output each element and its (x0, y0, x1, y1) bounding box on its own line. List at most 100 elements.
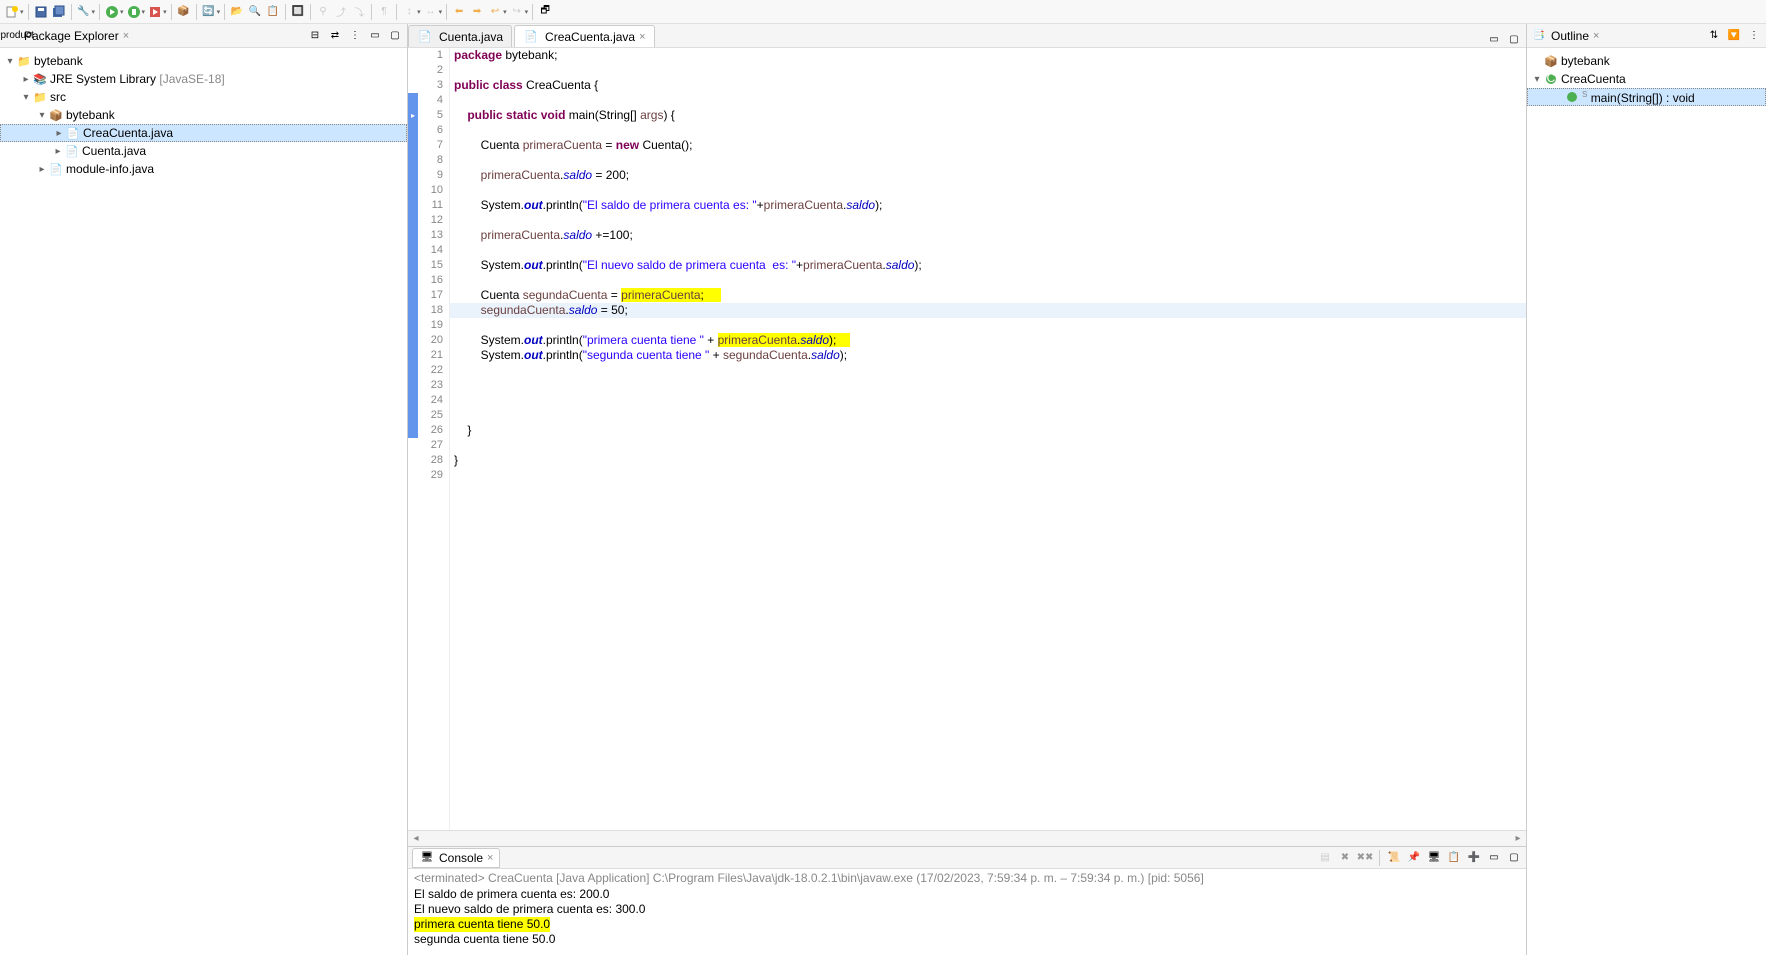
remove-all-icon[interactable]: ✖✖ (1357, 850, 1373, 866)
minimize-icon[interactable]: ▭ (1486, 850, 1502, 866)
scroll-left-icon[interactable]: ◂ (408, 833, 424, 844)
menu-icon[interactable]: ⋮ (347, 28, 363, 44)
perspective-icon[interactable]: 🗗 (537, 4, 553, 20)
close-icon[interactable]: × (487, 852, 493, 864)
open-type-icon[interactable]: 📂 (229, 4, 245, 20)
save-all-icon[interactable] (51, 4, 67, 20)
outline-method[interactable]: S main(String[]) : void (1527, 88, 1766, 106)
nav-icon[interactable]: ⤴ (333, 4, 349, 20)
java-file-icon: 📄 (64, 143, 80, 159)
expand-icon[interactable]: ▸ (36, 164, 48, 175)
search-icon[interactable]: 🔍 (247, 4, 263, 20)
menu-icon[interactable]: ⋮ (1746, 28, 1762, 44)
dropdown-icon[interactable]: ▾ (142, 8, 146, 16)
clear-icon[interactable]: ▤ (1317, 850, 1333, 866)
debug-icon[interactable] (126, 4, 142, 20)
sort-icon[interactable]: ⇅ (1706, 28, 1722, 44)
editor-tab[interactable]: 📄 Cuenta.java (408, 25, 512, 47)
nav-icon[interactable]: ¶ (376, 4, 392, 20)
expand-icon[interactable]: ▾ (4, 56, 16, 67)
main-toolbar: ▾ 🔧▾ ▾ ▾ ▾ 📦 🔄▾ 📂 🔍 📋 🔲 ⚲ ⤴ ⤵ ¶ ↕▾ ↔▾ ⬅ … (0, 0, 1766, 24)
back-icon[interactable]: ⬅ (451, 4, 467, 20)
filter-icon[interactable]: 🔽 (1726, 28, 1742, 44)
separator (285, 4, 286, 20)
console-header: 🖥 Console × ▤ ✖ ✖✖ 📜 📌 🖥 📋 ➕ ▭ ▢ (408, 847, 1526, 869)
outline-label: bytebank (1561, 54, 1610, 68)
close-icon[interactable]: × (639, 31, 645, 43)
maximize-icon[interactable]: ▢ (1506, 850, 1522, 866)
refresh-icon[interactable]: 🔄 (201, 4, 217, 20)
console-icon: 🖥 (419, 850, 435, 866)
dropdown-icon[interactable]: ▾ (20, 8, 24, 16)
tree-module[interactable]: ▸ 📄 module-info.java (0, 160, 407, 178)
scroll-lock-icon[interactable]: 📜 (1386, 850, 1402, 866)
display-icon[interactable]: 🖥 (1426, 850, 1442, 866)
toggle-icon[interactable]: 🔲 (290, 4, 306, 20)
save-icon[interactable] (33, 4, 49, 20)
task-icon[interactable]: 📋 (265, 4, 281, 20)
console-output[interactable]: El saldo de primera cuenta es: 200.0El n… (408, 887, 1526, 955)
tab-label: CreaCuenta.java (545, 30, 635, 44)
maximize-icon[interactable]: ▢ (1506, 31, 1522, 47)
code-editor[interactable]: ▸ 12345678910111213141516171819202122232… (408, 48, 1526, 830)
new-console-icon[interactable]: ➕ (1466, 850, 1482, 866)
dropdown-icon[interactable]: ▾ (217, 8, 221, 16)
expand-icon[interactable]: ▾ (36, 110, 48, 121)
java-file-icon: 📄 (65, 125, 81, 141)
nav-icon[interactable]: ⤵ (351, 4, 367, 20)
dropdown-icon[interactable]: ▾ (439, 8, 443, 16)
tree-file[interactable]: ▸ 📄 CreaCuenta.java (0, 124, 407, 142)
link-icon[interactable]: ⇄ (327, 28, 343, 44)
run-icon[interactable] (104, 4, 120, 20)
minimize-icon[interactable]: ▭ (1486, 31, 1502, 47)
collapse-icon[interactable]: ⊟ (307, 28, 323, 44)
expand-icon[interactable]: ▸ (20, 74, 32, 85)
tree-src[interactable]: ▾ 📁 src (0, 88, 407, 106)
close-icon[interactable]: × (1593, 30, 1599, 42)
dropdown-icon[interactable]: ▾ (92, 8, 96, 16)
expand-icon[interactable]: ▾ (20, 92, 32, 103)
remove-icon[interactable]: ✖ (1337, 850, 1353, 866)
dropdown-icon[interactable]: ▾ (417, 8, 421, 16)
tree-package[interactable]: ▾ 📦 bytebank (0, 106, 407, 124)
close-icon[interactable]: × (123, 30, 129, 42)
dropdown-icon[interactable]: ▾ (120, 8, 124, 16)
horizontal-scrollbar[interactable]: ◂ ▸ (408, 830, 1526, 846)
dropdown-icon[interactable]: ▾ (163, 8, 167, 16)
nav-icon[interactable]: ↔ (423, 4, 439, 20)
tree-file[interactable]: ▸ 📄 Cuenta.java (0, 142, 407, 160)
line-gutter: 1234567891011121314151617181920212223242… (418, 48, 450, 830)
tree-jre[interactable]: ▸ 📚 JRE System Library [JavaSE-18] (0, 70, 407, 88)
forward-icon[interactable]: ➡ (469, 4, 485, 20)
build-icon[interactable]: 🔧 (76, 4, 92, 20)
editor-panel: 📄 Cuenta.java 📄 CreaCuenta.java × ▭ ▢ ▸ … (408, 24, 1526, 955)
scroll-right-icon[interactable]: ▸ (1510, 833, 1526, 844)
pin-icon[interactable]: 📌 (1406, 850, 1422, 866)
package-icon[interactable]: 📦 (176, 4, 192, 20)
folder-icon: 📁 (32, 89, 48, 105)
outline-class[interactable]: ▾ C CreaCuenta (1527, 70, 1766, 88)
new-icon[interactable] (4, 4, 20, 20)
open-console-icon[interactable]: 📋 (1446, 850, 1462, 866)
nav-icon[interactable]: ↕ (401, 4, 417, 20)
maximize-icon[interactable]: ▢ (387, 28, 403, 44)
separator (224, 4, 225, 20)
package-explorer-tree[interactable]: ▾ 📁 bytebank ▸ 📚 JRE System Library [Jav… (0, 48, 407, 955)
outline-package[interactable]: 📦 bytebank (1527, 52, 1766, 70)
code-area[interactable]: package bytebank;public class CreaCuenta… (450, 48, 1526, 830)
back2-icon[interactable]: ↩ (487, 4, 503, 20)
package-explorer-header: �product Package Explorer × ⊟ ⇄ ⋮ ▭ ▢ (0, 24, 407, 48)
forward2-icon[interactable]: ↪ (509, 4, 525, 20)
dropdown-icon[interactable]: ▾ (525, 8, 529, 16)
minimize-icon[interactable]: ▭ (367, 28, 383, 44)
console-tab[interactable]: 🖥 Console × (412, 848, 500, 868)
expand-icon[interactable]: ▾ (1531, 74, 1543, 85)
nav-icon[interactable]: ⚲ (315, 4, 331, 20)
expand-icon[interactable]: ▸ (52, 146, 64, 157)
tree-project[interactable]: ▾ 📁 bytebank (0, 52, 407, 70)
editor-tab[interactable]: 📄 CreaCuenta.java × (514, 25, 655, 47)
dropdown-icon[interactable]: ▾ (503, 8, 507, 16)
run-ext-icon[interactable] (147, 4, 163, 20)
outline-tree[interactable]: 📦 bytebank ▾ C CreaCuenta S main(String[… (1527, 48, 1766, 955)
expand-icon[interactable]: ▸ (53, 128, 65, 139)
